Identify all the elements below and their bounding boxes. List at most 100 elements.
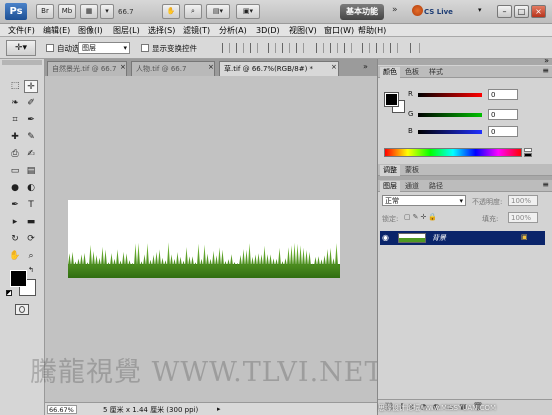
distribute-left-icon[interactable] [362, 43, 370, 53]
hand-tool[interactable]: ✋ [8, 250, 22, 263]
status-info-arrow-icon[interactable]: ▸ [217, 405, 221, 413]
show-transform-checkbox[interactable] [141, 44, 149, 52]
stamp-tool[interactable]: ⎙ [8, 148, 22, 161]
align-top-icon[interactable] [222, 43, 230, 53]
align-hcenter-icon[interactable] [282, 43, 290, 53]
view-extras-dropdown-icon[interactable]: ▾ [100, 4, 114, 19]
tab-adjustments[interactable]: 调整 [380, 165, 400, 176]
panel-dock-header[interactable]: » [378, 56, 552, 65]
tab-document-2-close-icon[interactable]: × [208, 63, 214, 71]
visibility-eye-icon[interactable]: ◉ [382, 233, 389, 242]
channel-r-input[interactable]: 0 [488, 89, 518, 100]
lock-icons[interactable]: ▢✎✛🔒 [404, 213, 439, 221]
layer-name[interactable]: 背景 [432, 233, 446, 243]
zoom-level-field[interactable]: 66.7 [118, 5, 160, 19]
distribute-hcenter-icon[interactable] [376, 43, 384, 53]
tab-document-2[interactable]: 人物.tif @ 66.7 [131, 61, 215, 76]
align-vcenter-icon[interactable] [236, 43, 244, 53]
distribute-bottom-icon[interactable] [344, 43, 352, 53]
tab-document-3[interactable]: 草.tif @ 66.7%(RGB/8#) * [219, 61, 339, 76]
menu-analysis[interactable]: 分析(A) [219, 25, 247, 36]
menu-edit[interactable]: 编辑(E) [43, 25, 70, 36]
layers-menu-icon[interactable]: ≡ [542, 180, 549, 189]
eyedropper-tool[interactable]: ✒ [24, 114, 38, 127]
panel-menu-icon[interactable]: ≡ [542, 66, 549, 75]
collapse-panels-icon[interactable]: » [544, 56, 549, 65]
tab-channels[interactable]: 通道 [402, 181, 422, 192]
arrange-documents-icon[interactable]: ▤▾ [206, 4, 230, 19]
auto-select-dropdown[interactable]: 图层 ▾ [78, 42, 130, 54]
healing-tool[interactable]: ✚ [8, 131, 22, 144]
quick-mask-button[interactable] [15, 304, 29, 315]
channel-g-input[interactable]: 0 [488, 109, 518, 120]
bridge-icon[interactable]: Br [36, 4, 54, 19]
menu-filter[interactable]: 滤镜(T) [183, 25, 210, 36]
color-spectrum-bar[interactable] [384, 148, 522, 157]
zoom-tool-icon[interactable]: ⌕ [184, 4, 202, 19]
blur-tool[interactable]: ● [8, 182, 22, 195]
shape-tool[interactable]: ▬ [24, 216, 38, 229]
hand-tool-icon[interactable]: ✋ [162, 4, 180, 19]
channel-b-slider[interactable] [418, 130, 482, 134]
menu-image[interactable]: 图像(I) [78, 25, 103, 36]
screen-mode-icon[interactable]: ▣▾ [236, 4, 260, 19]
quick-select-tool[interactable]: ✐ [24, 97, 38, 110]
menu-help[interactable]: 帮助(H) [358, 25, 386, 36]
channel-g-slider[interactable] [418, 113, 482, 117]
align-left-icon[interactable] [268, 43, 276, 53]
close-button[interactable]: × [531, 5, 546, 18]
menu-file[interactable]: 文件(F) [8, 25, 35, 36]
cs-live-dropdown-icon[interactable]: ▾ [478, 6, 482, 14]
maximize-button[interactable]: □ [514, 5, 529, 18]
tab-document-1[interactable]: 自然景光.tif @ 66.7 [47, 61, 127, 76]
brush-tool[interactable]: ✎ [24, 131, 38, 144]
tab-overflow-icon[interactable]: » [363, 62, 368, 71]
menu-3d[interactable]: 3D(D) [256, 25, 280, 36]
tab-masks[interactable]: 蒙板 [402, 165, 422, 176]
tab-layers[interactable]: 图层 [380, 181, 400, 192]
minimize-button[interactable]: – [497, 5, 512, 18]
tab-document-3-close-icon[interactable]: × [331, 63, 337, 71]
tool-preset-picker[interactable]: ✛▾ [6, 40, 36, 56]
gradient-tool[interactable]: ▤ [24, 165, 38, 178]
distribute-right-icon[interactable] [390, 43, 398, 53]
tab-color[interactable]: 颜色 [380, 67, 400, 78]
menu-view[interactable]: 视图(V) [289, 25, 317, 36]
channel-r-slider[interactable] [418, 93, 482, 97]
tab-swatches[interactable]: 色板 [402, 67, 422, 78]
lasso-tool[interactable]: ❧ [8, 97, 22, 110]
auto-select-checkbox[interactable] [46, 44, 54, 52]
toolbox-grip[interactable] [2, 60, 42, 65]
workspace-more-icon[interactable]: » [392, 5, 398, 15]
type-tool[interactable]: T [24, 199, 38, 212]
cs-live-button[interactable]: CS Live [424, 6, 480, 19]
layer-row-background[interactable]: ◉ 背景 ▣ [380, 231, 545, 245]
zoom-tool[interactable]: ⌕ [24, 250, 38, 263]
3d-orbit-tool[interactable]: ⟳ [24, 233, 38, 246]
default-colors-icon[interactable] [6, 290, 12, 296]
menu-layer[interactable]: 图层(L) [113, 25, 140, 36]
foreground-color-swatch[interactable] [10, 270, 27, 287]
tab-styles[interactable]: 样式 [426, 67, 446, 78]
view-extras-icon[interactable]: ▦ [80, 4, 98, 19]
tab-document-1-close-icon[interactable]: × [120, 63, 126, 71]
distribute-top-icon[interactable] [316, 43, 324, 53]
color-panel-fg-swatch[interactable] [384, 92, 399, 107]
history-brush-tool[interactable]: ✍ [24, 148, 38, 161]
tab-paths[interactable]: 路径 [426, 181, 446, 192]
workspace-switcher-button[interactable]: 基本功能 [340, 4, 384, 20]
align-bottom-icon[interactable] [250, 43, 258, 53]
status-zoom-field[interactable]: 66.67% [47, 405, 77, 414]
distribute-vcenter-icon[interactable] [330, 43, 338, 53]
eraser-tool[interactable]: ▭ [8, 165, 22, 178]
marquee-tool[interactable]: ⬚ [8, 80, 22, 93]
crop-tool[interactable]: ⌗ [8, 114, 22, 127]
align-right-icon[interactable] [296, 43, 304, 53]
fill-input[interactable]: 100% [508, 212, 538, 223]
auto-align-icon[interactable] [410, 43, 420, 53]
mini-bridge-icon[interactable]: Mb [58, 4, 76, 19]
move-tool[interactable]: ✛ [24, 80, 38, 93]
3d-rotate-tool[interactable]: ↻ [8, 233, 22, 246]
channel-b-input[interactable]: 0 [488, 126, 518, 137]
pen-tool[interactable]: ✒ [8, 199, 22, 212]
